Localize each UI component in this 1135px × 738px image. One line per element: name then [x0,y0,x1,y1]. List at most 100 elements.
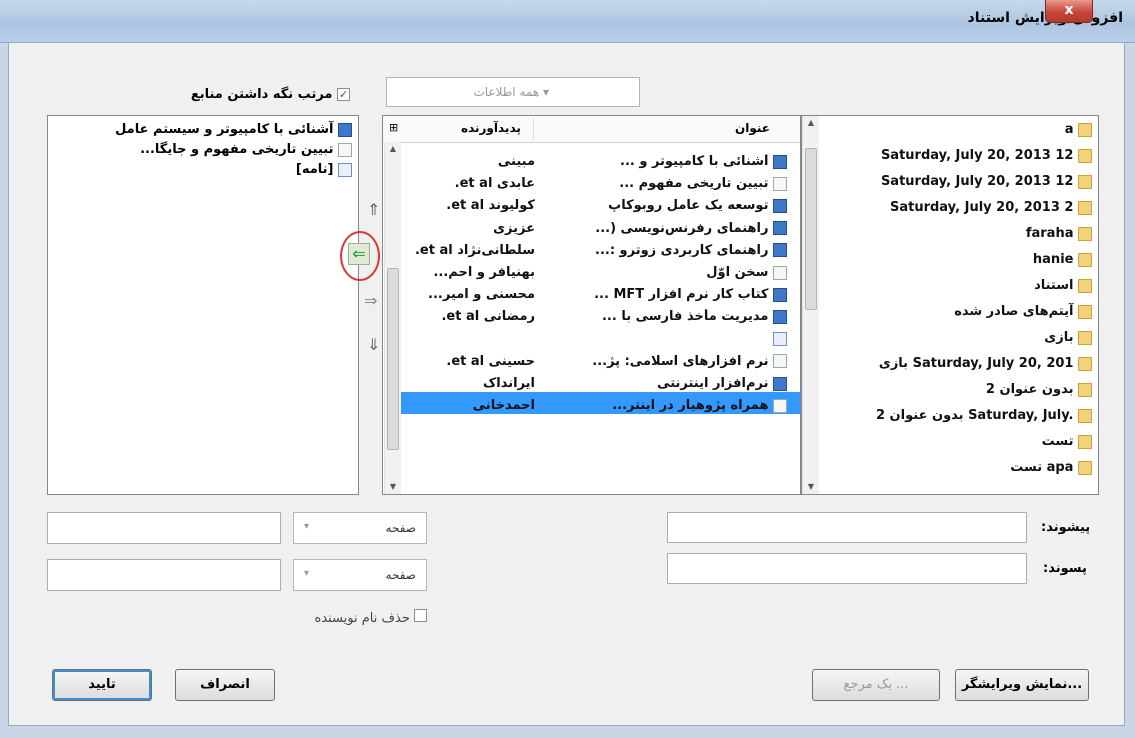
keep-sorted-row[interactable]: ✓ مرتب نگه داشتن منابع [191,87,350,102]
collection-item[interactable]: بدون عنوان 2 Saturday, July. [824,406,1092,426]
chevron-down-icon: ▾ [304,568,310,579]
table-row[interactable]: نرم افزارهای اسلامی: پژ... حسینی et al. [401,352,800,374]
title-bar: افزودن/ویرایش استناد x [0,0,1135,43]
move-down-icon[interactable]: ⇓ [367,335,380,354]
row-title: راهنمای رفرنس‌نویسی (... [551,221,787,236]
row-title: توسعه یک عامل روبوکاپ [551,198,787,213]
collection-item[interactable]: Saturday, July 20, 2013 12 [824,172,1092,192]
letter-icon [773,332,787,347]
library-dropdown-value: همه اطلاعات [473,85,540,99]
list-item[interactable]: تبیین تاریخی مفهوم و جایگا... [140,140,352,160]
locator2-dropdown[interactable]: ▾ صفحه [293,559,427,591]
collection-item[interactable]: تست [824,432,1092,452]
collection-item[interactable]: Saturday, July 20, 2013 12 [824,146,1092,166]
table-row[interactable]: راهنمای کاربردی زوترو :... سلطانی‌نژاد et… [401,241,800,263]
book-icon [338,122,352,137]
document-icon [773,176,787,191]
table-row[interactable]: کتاب کار نرم افزار MFT ... محسنی و امیر..… [401,285,800,307]
row-creator: مبینی [497,154,535,169]
left-scrollbar[interactable]: ▲ ▼ [384,142,401,494]
dialog-body: ✓ مرتب نگه داشتن منابع ▾ همه اطلاعات آشن… [8,42,1125,726]
table-row[interactable]: آشنائی با کامپیوتر و ... مبینی [401,152,800,174]
list-item[interactable]: آشنائی با کامپیوتر و سیستم عامل [115,120,352,140]
row-title: نرم‌افزار اینترنتی [551,376,787,391]
folder-icon [1078,330,1092,345]
row-title: راهنمای کاربردی زوترو :... [551,243,787,258]
folder-icon [1078,278,1092,293]
row-title: آشنائی با کامپیوتر و ... [551,154,787,169]
folder-icon [1078,122,1092,137]
row-creator: رمضانی et al. [441,309,535,325]
prefix-label: پیشوند: [1041,520,1091,535]
column-title-header[interactable]: عنوان [735,121,770,135]
folder-icon [1078,408,1092,423]
collection-item[interactable]: a [824,120,1092,140]
add-citation-button[interactable]: ⇐ [348,243,370,265]
table-row[interactable]: توسعه یک عامل روبوکاپ کولیوند et al. [401,196,800,218]
row-title: کتاب کار نرم افزار MFT ... [551,287,787,302]
collection-item[interactable]: تست apa [824,458,1092,478]
locator1-dropdown[interactable]: ▾ صفحه [293,512,427,544]
move-up-icon[interactable]: ⇑ [367,200,380,219]
collections-scrollbar[interactable]: ▲ ▼ [802,116,819,494]
column-picker-icon[interactable]: ⊞ [389,121,398,134]
show-editor-button[interactable]: نمایش ویرایشگر... [955,669,1089,701]
collection-item[interactable]: بازی Saturday, July 20, 201 [824,354,1092,374]
selected-items-list[interactable]: آشنائی با کامپیوتر و سیستم عامل تبیین تا… [47,115,359,495]
folder-icon [1078,304,1092,319]
locator1-input[interactable] [47,512,281,544]
folder-icon [1078,226,1092,241]
cancel-button[interactable]: انصراف [175,669,275,701]
suffix-label: پسوند: [1043,561,1087,576]
document-icon [338,142,352,157]
book-icon [773,287,787,302]
keep-sorted-label: مرتب نگه داشتن منابع [190,87,333,102]
list-item[interactable]: [نامه] [296,160,352,180]
row-creator: عزیزی [493,220,535,236]
row-creator: کولیوند et al. [446,198,535,214]
items-table[interactable]: ⊞ پدیدآورنده عنوان ▲ ▼ آشنائی با کامپیوت… [382,115,801,495]
chevron-down-icon: ▾ [304,521,310,532]
library-dropdown[interactable]: ▾ همه اطلاعات [386,77,640,107]
row-title: مدیریت مأخذ فارسی با ... [551,309,787,324]
row-creator: ایرانداک [482,376,535,391]
ok-button[interactable]: تایید [52,669,152,701]
suppress-author-checkbox[interactable] [414,609,427,622]
remove-citation-icon[interactable]: ⇒ [364,291,377,310]
collection-item[interactable]: hanie [824,250,1092,270]
collections-tree[interactable]: ▲ ▼ a Saturday, July 20, 2013 12 Saturda… [801,115,1099,495]
locator2-input[interactable] [47,559,281,591]
row-title: سخن اوّل [551,265,787,280]
row-creator: محسنی و امیر... [428,287,535,303]
collection-item[interactable]: استناد [824,276,1092,296]
collection-item[interactable]: بازی [824,328,1092,348]
table-row[interactable]: نرم‌افزار اینترنتی ایرانداک [401,374,800,396]
close-button[interactable]: x [1045,0,1093,23]
keep-sorted-checkbox[interactable]: ✓ [337,88,350,101]
prefix-input[interactable] [667,512,1027,543]
row-title: [نامه] [551,332,787,347]
collection-item[interactable]: faraha [824,224,1092,244]
column-creator-header[interactable]: پدیدآورنده [461,121,521,135]
suppress-author-row[interactable]: حذف نام نویسنده [315,609,427,626]
collection-item[interactable]: Saturday, July 20, 2013 2 [824,198,1092,218]
collection-item[interactable]: آیتم‌های صادر شده [824,302,1092,322]
table-row[interactable]: همراه پژوهیار در اینتر... احمدخانی [401,396,800,418]
one-reference-button[interactable]: یک مرجع ... [812,669,940,701]
table-row[interactable]: تبیین تاریخی مفهوم ... عابدی et al. [401,174,800,196]
table-row[interactable]: راهنمای رفرنس‌نویسی (... عزیزی [401,219,800,241]
letter-icon [338,162,352,177]
table-row[interactable]: [نامه] [401,330,800,352]
row-creator: بهنیافر و احم... [433,265,535,280]
table-row[interactable]: سخن اوّل بهنیافر و احم... [401,263,800,285]
book-icon [773,154,787,169]
document-icon [773,354,787,369]
folder-icon [1078,200,1092,215]
collection-item[interactable]: بدون عنوان 2 [824,380,1092,400]
folder-icon [1078,174,1092,189]
suffix-input[interactable] [667,553,1027,584]
table-row[interactable]: مدیریت مأخذ فارسی با ... رمضانی et al. [401,307,800,329]
folder-icon [1078,382,1092,397]
row-title: تبیین تاریخی مفهوم ... [551,176,787,191]
book-icon [773,243,787,258]
